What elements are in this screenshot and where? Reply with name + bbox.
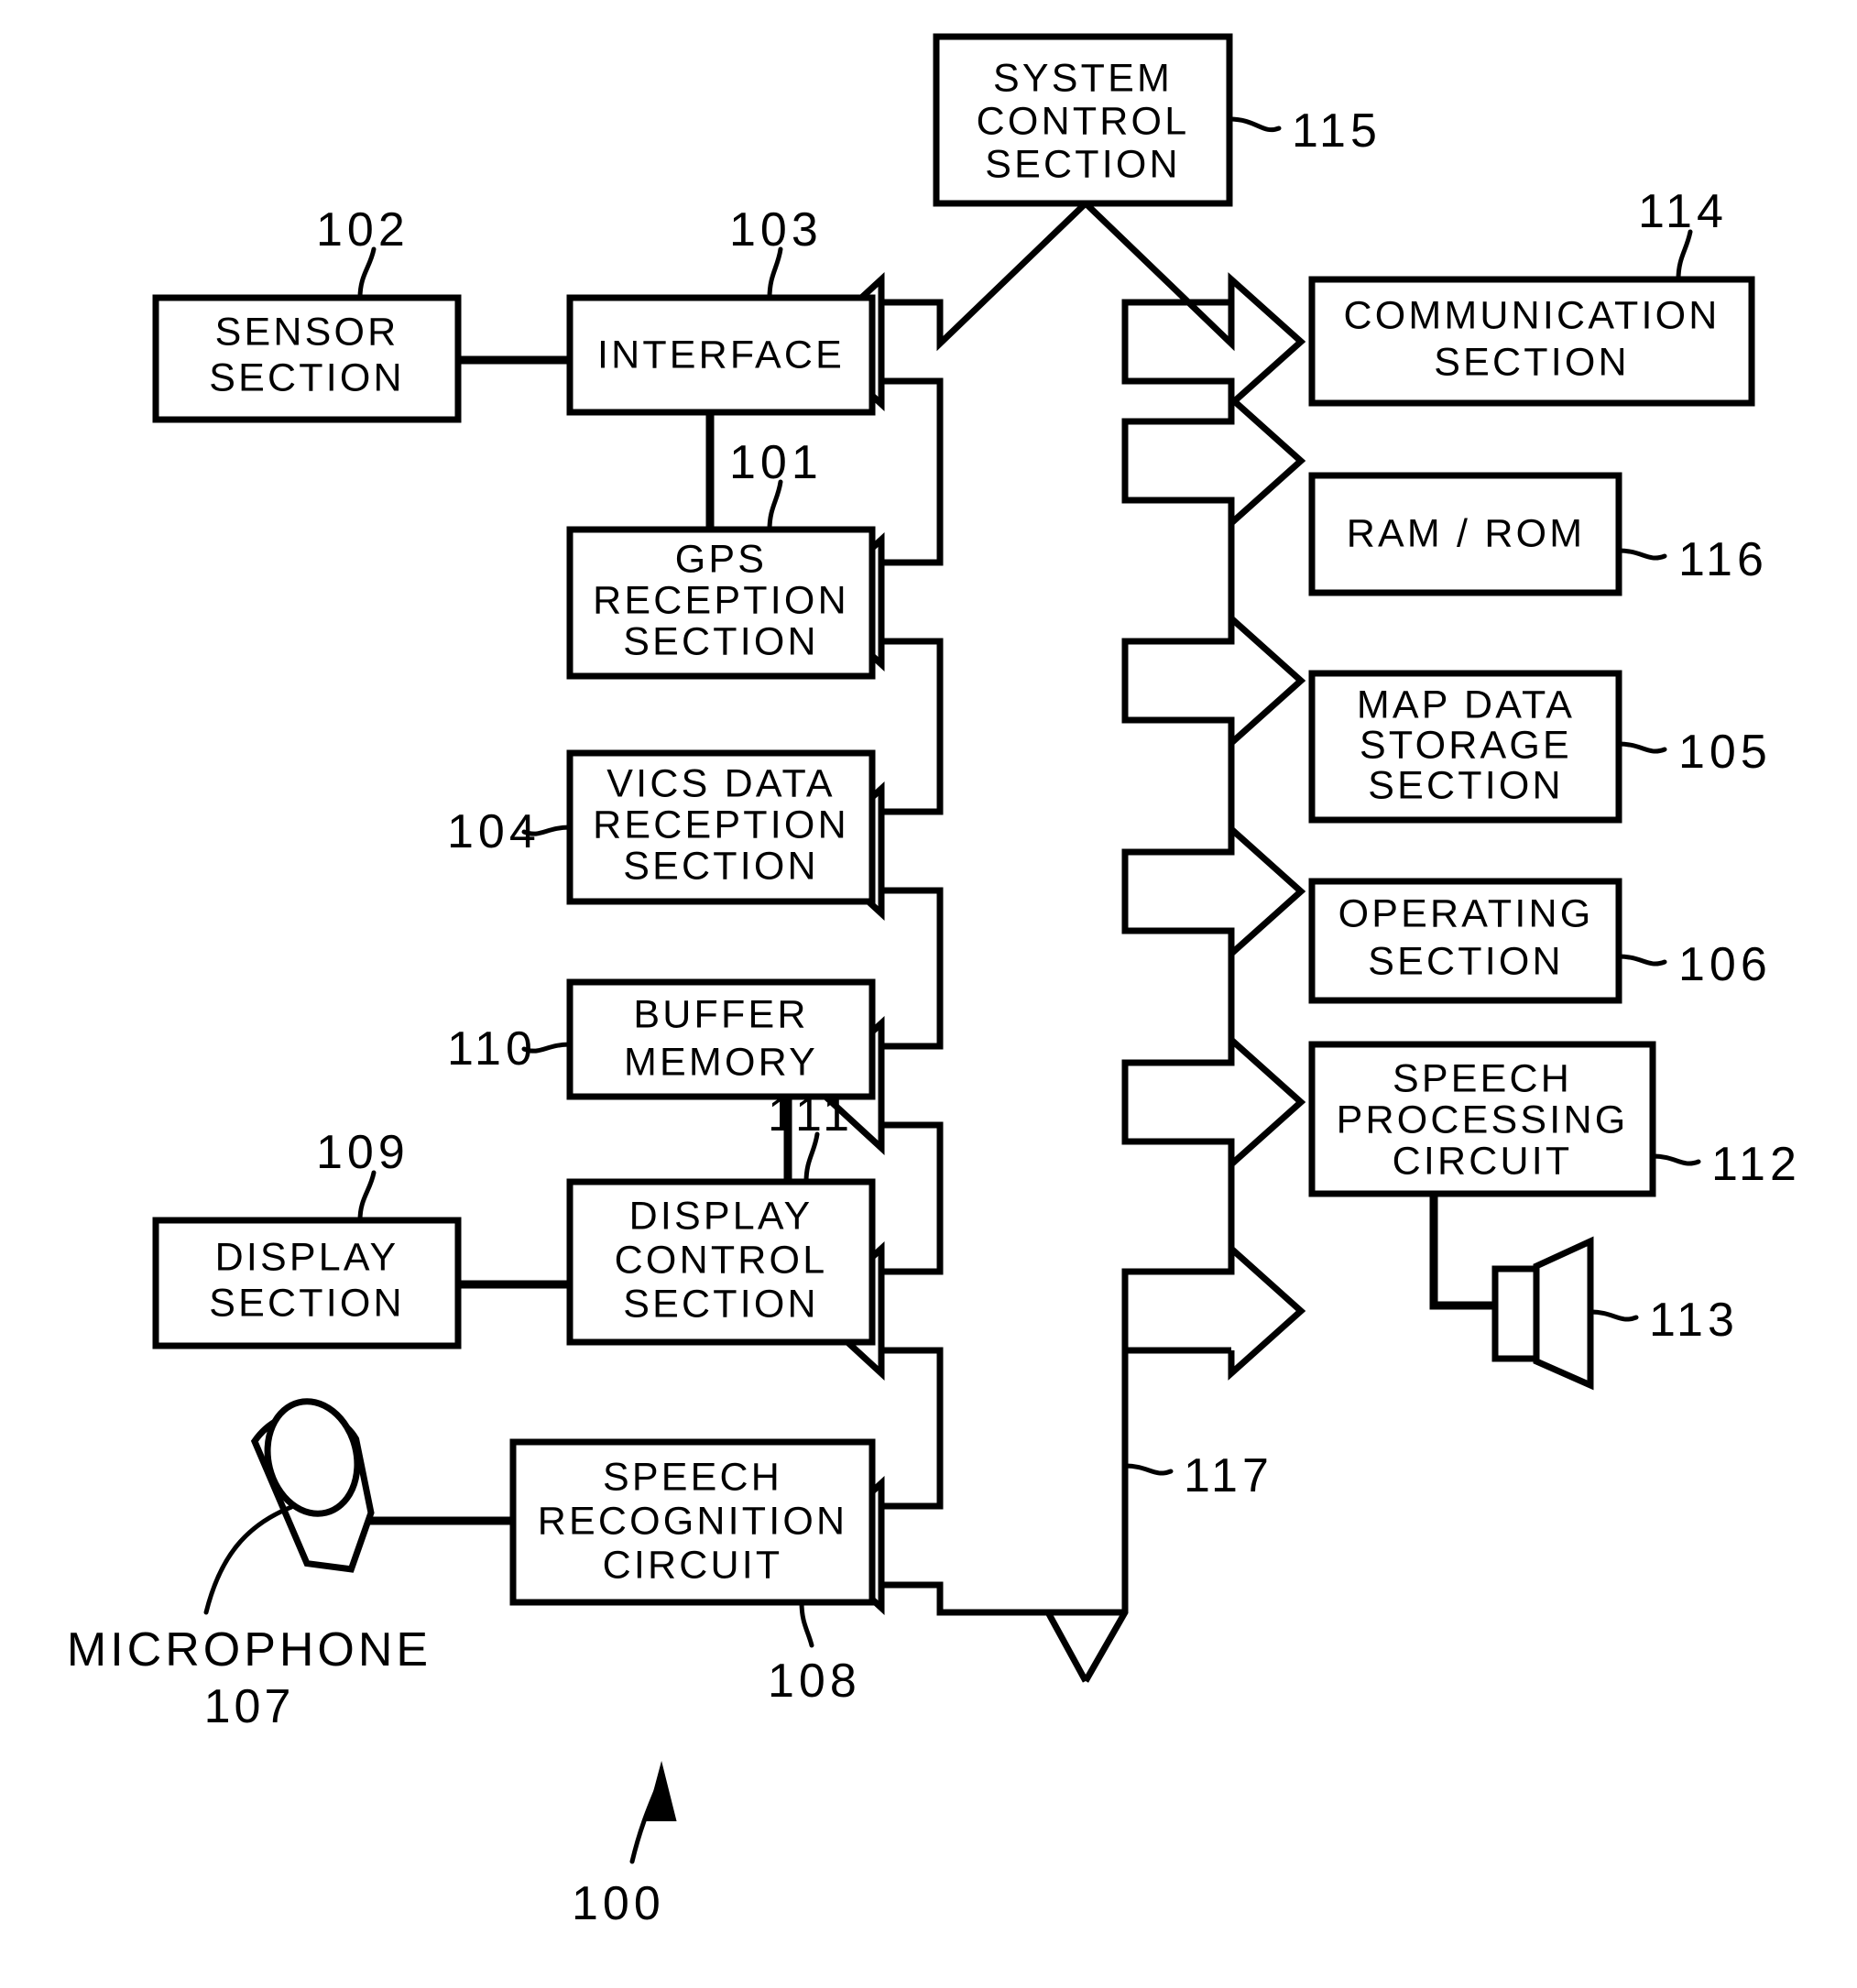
block-speech-recognition-circuit[interactable]: SPEECH RECOGNITION CIRCUIT bbox=[509, 1438, 876, 1606]
leader-113 bbox=[1588, 1309, 1639, 1322]
block-label-line: BUFFER bbox=[633, 992, 808, 1036]
block-label-line: STORAGE bbox=[1360, 723, 1572, 767]
block-label-line: SECTION bbox=[1434, 340, 1630, 384]
ref-number-114: 114 bbox=[1638, 185, 1728, 238]
block-label-line: SPEECH bbox=[603, 1455, 782, 1499]
block-label-line: SECTION bbox=[209, 355, 405, 399]
ref-number-102: 102 bbox=[316, 203, 410, 257]
block-label-line: SECTION bbox=[985, 142, 1181, 186]
speaker-icon bbox=[1491, 1236, 1594, 1391]
block-label-line: RECEPTION bbox=[593, 803, 849, 847]
block-display-section[interactable]: DISPLAY SECTION bbox=[152, 1217, 462, 1349]
block-label-line: OPERATING bbox=[1338, 891, 1594, 935]
leader-116 bbox=[1616, 548, 1667, 561]
block-label-line: DISPLAY bbox=[215, 1235, 399, 1279]
block-label-line: SECTION bbox=[623, 1282, 819, 1326]
diagram-canvas: SYSTEM CONTROL SECTION 115 SENSOR SECTIO… bbox=[67, 33, 1801, 1930]
block-map-data-storage-section[interactable]: MAP DATA STORAGE SECTION bbox=[1308, 670, 1622, 824]
ref-number-109: 109 bbox=[316, 1126, 410, 1179]
ref-number-100: 100 bbox=[572, 1877, 665, 1930]
block-label-line: CIRCUIT bbox=[603, 1543, 783, 1587]
ref-number-106: 106 bbox=[1678, 938, 1772, 991]
ref-number-104: 104 bbox=[447, 805, 541, 858]
block-label-line: SPEECH bbox=[1393, 1056, 1572, 1100]
block-ram-rom[interactable]: RAM / ROM bbox=[1308, 472, 1622, 596]
ref-number-111: 111 bbox=[768, 1088, 854, 1141]
block-label-line: COMMUNICATION bbox=[1343, 293, 1720, 337]
ref-number-117: 117 bbox=[1184, 1449, 1273, 1502]
block-label-line: INTERFACE bbox=[597, 333, 845, 377]
wire-speechproc-to-speaker bbox=[1429, 1191, 1495, 1310]
block-label-line: CIRCUIT bbox=[1393, 1139, 1573, 1183]
block-speech-processing-circuit[interactable]: SPEECH PROCESSING CIRCUIT bbox=[1308, 1041, 1656, 1197]
block-label-line: SECTION bbox=[623, 619, 819, 663]
leader-112 bbox=[1650, 1153, 1701, 1166]
leader-109 bbox=[357, 1170, 377, 1223]
block-label-line: MAP DATA bbox=[1357, 683, 1575, 726]
block-label-line: CONTROL bbox=[615, 1238, 828, 1282]
ref-number-112: 112 bbox=[1711, 1138, 1801, 1191]
block-label-line: DISPLAY bbox=[629, 1194, 814, 1238]
leader-114 bbox=[1676, 229, 1693, 282]
overall-pointer bbox=[629, 1761, 677, 1864]
leader-117 bbox=[1122, 1463, 1174, 1476]
ref-number-113: 113 bbox=[1649, 1294, 1739, 1347]
block-system-control-section[interactable]: SYSTEM CONTROL SECTION bbox=[933, 33, 1233, 207]
block-vics-data-reception-section[interactable]: VICS DATA RECEPTION SECTION bbox=[566, 749, 876, 905]
ref-number-103: 103 bbox=[729, 203, 823, 257]
block-label-line: SYSTEM bbox=[993, 56, 1173, 100]
leader-115 bbox=[1227, 116, 1282, 133]
block-label-line: MEMORY bbox=[624, 1040, 818, 1084]
ref-number-107: 107 bbox=[204, 1680, 295, 1733]
leader-108 bbox=[799, 1600, 814, 1648]
block-label-line: SECTION bbox=[1368, 763, 1564, 807]
block-label-line: PROCESSING bbox=[1337, 1098, 1629, 1141]
system-bus bbox=[878, 201, 1235, 1683]
microphone-label: MICROPHONE bbox=[67, 1623, 431, 1677]
bus-branch-arrowheads-left bbox=[808, 272, 885, 1615]
patent-figure: SYSTEM CONTROL SECTION 115 SENSOR SECTIO… bbox=[0, 0, 1857, 1988]
leader-105 bbox=[1616, 741, 1667, 754]
ref-number-101: 101 bbox=[729, 436, 823, 489]
block-label-line: SECTION bbox=[623, 844, 819, 888]
ref-number-108: 108 bbox=[768, 1655, 861, 1708]
block-label-line: RECOGNITION bbox=[538, 1499, 848, 1543]
block-label-line: GPS bbox=[675, 537, 767, 581]
leader-106 bbox=[1616, 954, 1667, 967]
block-label-line: RAM / ROM bbox=[1347, 511, 1586, 555]
block-sensor-section[interactable]: SENSOR SECTION bbox=[152, 294, 462, 423]
block-gps-reception-section[interactable]: GPS RECEPTION SECTION bbox=[566, 526, 876, 680]
ref-number-105: 105 bbox=[1678, 726, 1772, 779]
block-label-line: RECEPTION bbox=[593, 578, 849, 622]
bus-branch-arrowheads-right bbox=[1228, 272, 1306, 1381]
microphone-icon bbox=[250, 1398, 375, 1573]
block-label-line: SENSOR bbox=[215, 310, 399, 354]
ref-number-110: 110 bbox=[447, 1022, 537, 1076]
ref-number-116: 116 bbox=[1678, 533, 1768, 586]
block-label-line: SECTION bbox=[1368, 939, 1564, 983]
block-label-line: VICS DATA bbox=[606, 761, 835, 805]
block-buffer-memory[interactable]: BUFFER MEMORY bbox=[566, 978, 876, 1100]
leader-107 bbox=[203, 1504, 294, 1615]
block-interface[interactable]: INTERFACE bbox=[566, 294, 876, 416]
block-communication-section[interactable]: COMMUNICATION SECTION bbox=[1308, 276, 1755, 407]
block-display-control-section[interactable]: DISPLAY CONTROL SECTION bbox=[566, 1178, 876, 1346]
block-label-line: CONTROL bbox=[977, 99, 1190, 143]
block-label-line: SECTION bbox=[209, 1281, 405, 1325]
block-operating-section[interactable]: OPERATING SECTION bbox=[1308, 878, 1622, 1004]
ref-number-115: 115 bbox=[1292, 104, 1382, 158]
